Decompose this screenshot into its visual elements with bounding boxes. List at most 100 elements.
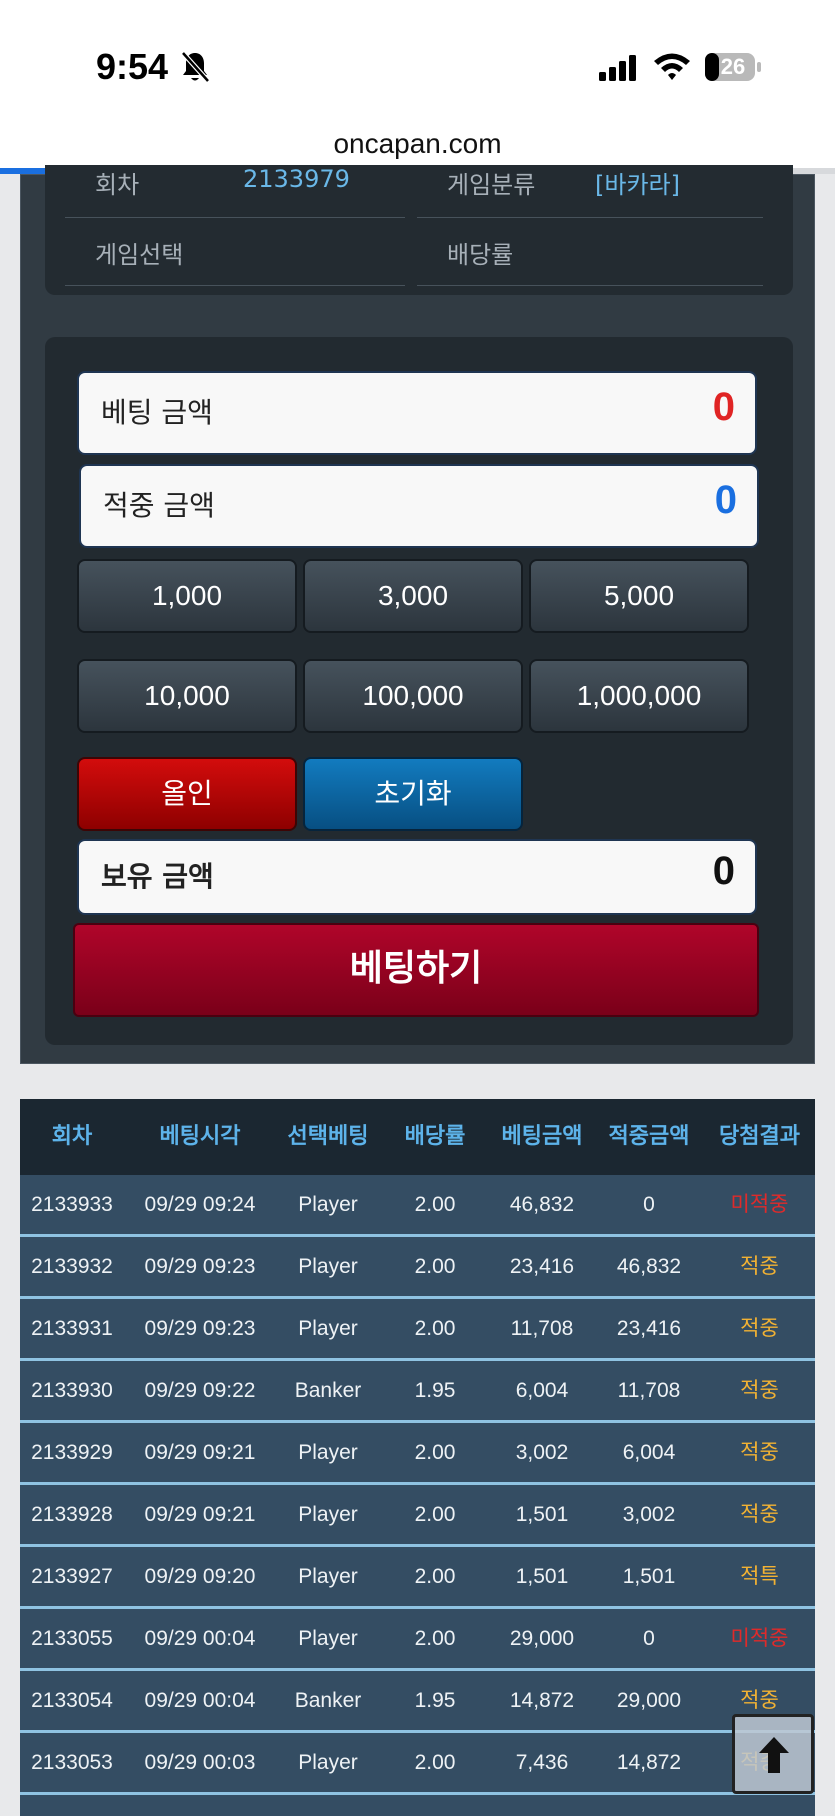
cell-pick: Player <box>298 1441 358 1464</box>
bet-amount-box: 베팅 금액 0 <box>77 371 757 455</box>
cell-result: 적중 <box>740 1502 779 1526</box>
cell-bet-amount: 7,436 <box>515 1751 569 1774</box>
cell-time: 09/29 09:23 <box>144 1255 256 1278</box>
cell-round: 2133931 <box>31 1317 113 1340</box>
cell-time: 09/29 09:22 <box>144 1379 256 1402</box>
chip-button-1000[interactable]: 1,000 <box>77 559 297 633</box>
bet-form: 베팅 금액 0 적중 금액 0 1,000 3,000 5,000 10,000… <box>45 337 793 1045</box>
column-header-bet: 베팅금액 <box>501 1124 583 1149</box>
cell-odds: 2.00 <box>414 1627 456 1650</box>
status-time: 9:54 <box>96 46 169 87</box>
divider <box>65 217 405 218</box>
table-row: 2133933 09/29 09:24 Player 2.00 46,832 0 미적중 <box>20 1175 815 1237</box>
cell-time: 09/29 00:03 <box>144 1751 256 1774</box>
cell-time: 09/29 00:04 <box>144 1627 256 1650</box>
wifi-icon <box>654 53 690 80</box>
cell-win-amount: 29,000 <box>616 1689 682 1712</box>
status-bar: 9:54 26 <box>0 0 835 120</box>
cell-result: 적특 <box>740 1564 779 1588</box>
cell-round: 2133927 <box>31 1565 113 1588</box>
cell-win-amount: 23,416 <box>616 1317 682 1340</box>
scroll-to-top-button[interactable] <box>732 1714 814 1794</box>
url-text: oncapan.com <box>333 128 502 159</box>
cell-win-amount: 3,002 <box>622 1503 676 1526</box>
cell-result: 적중 <box>740 1254 779 1278</box>
cell-round: 2133932 <box>31 1255 113 1278</box>
bet-history-table: 회차 베팅시각 선택베팅 배당률 베팅금액 적중금액 당첨결과 2133933 0… <box>20 1099 815 1816</box>
cellular-signal-icon <box>599 55 636 81</box>
balance-label: 보유 금액 <box>101 860 214 893</box>
table-row: 213305309/29 00:03Player2.007,43614,872적… <box>20 1733 815 1795</box>
cell-odds: 2.00 <box>414 1255 456 1278</box>
column-header-result: 당첨결과 <box>719 1124 800 1149</box>
table-row: 2133932 09/29 09:23 Player 2.00 23,416 46,832… <box>20 1237 815 1299</box>
cell-time: 09/29 00:04 <box>144 1689 256 1712</box>
cell-pick: Banker <box>294 1379 362 1402</box>
cell-bet-amount: 46,832 <box>509 1193 575 1216</box>
win-amount-value: 0 <box>714 478 737 522</box>
all-in-button[interactable]: 올인 <box>77 757 297 831</box>
cell-win-amount: 11,708 <box>617 1379 681 1402</box>
cell-time: 09/29 09:24 <box>144 1193 256 1216</box>
cell-odds: 2.00 <box>414 1441 456 1464</box>
reset-button[interactable]: 초기화 <box>303 757 523 831</box>
place-bet-button[interactable]: 베팅하기 <box>73 923 759 1017</box>
category-value: [바카라] <box>595 171 680 199</box>
table-header: 회차 베팅시각 선택베팅 배당률 베팅금액 적중금액 당첨결과 <box>20 1099 815 1175</box>
betting-panel: 회차 2133979 게임분류 [바카라] 게임선택 배당률 베팅 금액 0 적… <box>20 165 815 1064</box>
cell-result: 적중 <box>740 1440 779 1464</box>
win-amount-label: 적중 금액 <box>103 489 215 522</box>
divider <box>65 285 405 286</box>
cell-bet-amount: 23,416 <box>509 1255 575 1278</box>
cell-pick: Player <box>298 1751 358 1774</box>
cell-bet-amount: 29,000 <box>509 1627 575 1650</box>
cell-time: 09/29 09:23 <box>144 1317 256 1340</box>
cell-pick: Player <box>298 1193 358 1216</box>
cell-win-amount: 6,004 <box>622 1441 676 1464</box>
cell-pick: Player <box>298 1317 358 1340</box>
bet-amount-label: 베팅 금액 <box>101 396 213 429</box>
odds-label: 배당률 <box>447 241 514 269</box>
cell-result: 미적중 <box>730 1626 789 1650</box>
cell-result: 미적중 <box>730 1192 789 1216</box>
cell-win-amount: 14,872 <box>616 1751 682 1774</box>
round-label: 회차 <box>95 171 140 199</box>
chip-button-1000000[interactable]: 1,000,000 <box>529 659 749 733</box>
bet-amount-value: 0 <box>712 385 735 429</box>
cell-result: 적중 <box>740 1316 779 1340</box>
cell-pick: Player <box>298 1503 358 1526</box>
divider <box>417 285 763 286</box>
selection-label: 게임선택 <box>95 241 184 269</box>
table-row: 2133929 09/29 09:21 Player 2.00 3,002 6,004 적중 <box>20 1423 815 1485</box>
column-header-win: 적중금액 <box>608 1124 690 1149</box>
cell-win-amount: 0 <box>643 1193 655 1216</box>
battery-level: 26 <box>720 54 746 79</box>
cell-round: 2133930 <box>31 1379 113 1402</box>
column-header-time: 베팅시각 <box>159 1124 241 1149</box>
cell-bet-amount: 3,002 <box>515 1441 569 1464</box>
cell-bet-amount: 14,872 <box>509 1689 575 1712</box>
chip-button-3000[interactable]: 3,000 <box>303 559 523 633</box>
chip-button-100000[interactable]: 100,000 <box>303 659 523 733</box>
table-row: 2133054 09/29 00:04 Banker 1.95 14,872 29,000… <box>20 1671 815 1733</box>
game-info-card: 회차 2133979 게임분류 [바카라] 게임선택 배당률 <box>45 165 793 295</box>
cell-win-amount: 1,501 <box>622 1565 676 1588</box>
table-row: 2133930 09/29 09:22 Banker 1.95 6,004 11,708 적… <box>20 1361 815 1423</box>
cell-round: 2133929 <box>31 1441 113 1464</box>
cell-odds: 1.95 <box>414 1689 456 1712</box>
cell-round: 2133053 <box>31 1751 113 1774</box>
cell-bet-amount: 1,501 <box>515 1565 569 1588</box>
cell-odds: 2.00 <box>414 1317 456 1340</box>
cell-pick: Banker <box>294 1689 362 1712</box>
column-header-odds: 배당률 <box>404 1124 466 1149</box>
cell-time: 09/29 09:21 <box>144 1441 256 1464</box>
cell-pick: Player <box>298 1627 358 1650</box>
cell-bet-amount: 1,501 <box>515 1503 569 1526</box>
chip-button-10000[interactable]: 10,000 <box>77 659 297 733</box>
cell-round: 2133928 <box>31 1503 113 1526</box>
cell-round: 2133933 <box>31 1193 113 1216</box>
chip-button-5000[interactable]: 5,000 <box>529 559 749 633</box>
cell-time: 09/29 09:21 <box>144 1503 256 1526</box>
divider <box>417 217 763 218</box>
cell-odds: 2.00 <box>414 1503 456 1526</box>
